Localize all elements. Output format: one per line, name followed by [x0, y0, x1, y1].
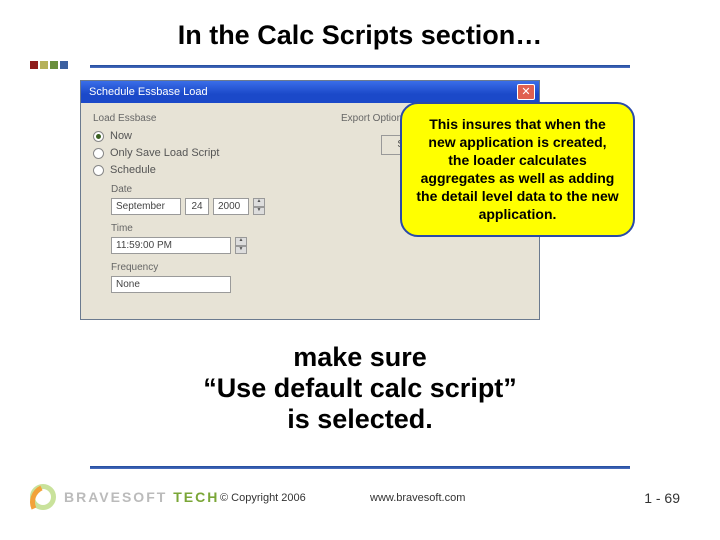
year-field[interactable]: 2000	[213, 198, 249, 215]
accent-block	[60, 61, 68, 69]
brand-text: BRAVESOFT TECH	[64, 489, 219, 505]
callout-bubble: This insures that when the new applicati…	[400, 102, 635, 237]
radio-label: Now	[110, 130, 132, 142]
frequency-label: Frequency	[111, 262, 527, 273]
brand-name-a: BRAVESOFT	[64, 489, 167, 505]
title-divider	[90, 59, 630, 73]
radio-icon[interactable]	[93, 165, 104, 176]
callout-text: This insures that when the new applicati…	[416, 116, 618, 222]
accent-blocks	[30, 61, 68, 69]
brand-logo: BRAVESOFT TECH	[30, 484, 219, 510]
radio-label: Only Save Load Script	[110, 147, 219, 159]
time-row: 11:59:00 PM ▲▼	[111, 237, 527, 254]
time-field[interactable]: 11:59:00 PM	[111, 237, 231, 254]
day-field[interactable]: 24	[185, 198, 209, 215]
footer: BRAVESOFT TECH © Copyright 2006 www.brav…	[0, 484, 720, 524]
radio-label: Schedule	[110, 164, 156, 176]
dialog-title: Schedule Essbase Load	[89, 86, 208, 98]
dialog-titlebar: Schedule Essbase Load ✕	[81, 81, 539, 103]
footer-rule	[90, 466, 630, 469]
spinner-icon[interactable]: ▲▼	[235, 237, 247, 254]
accent-block	[40, 61, 48, 69]
month-field[interactable]: September	[111, 198, 181, 215]
website-text: www.bravesoft.com	[370, 492, 465, 504]
instruction-line: make sure	[293, 342, 427, 372]
export-options-label: Export Options	[341, 113, 407, 124]
instruction-line: “Use default calc script”	[203, 373, 517, 403]
spinner-icon[interactable]: ▲▼	[253, 198, 265, 215]
accent-block	[50, 61, 58, 69]
close-icon[interactable]: ✕	[517, 84, 535, 100]
brand-name-b: TECH	[173, 489, 219, 505]
frequency-field[interactable]: None	[111, 276, 231, 293]
accent-block	[30, 61, 38, 69]
radio-icon[interactable]	[93, 131, 104, 142]
rule-bar	[90, 65, 630, 68]
logo-icon	[30, 484, 56, 510]
instruction-line: is selected.	[287, 404, 433, 434]
copyright-text: © Copyright 2006	[220, 492, 306, 504]
radio-icon[interactable]	[93, 148, 104, 159]
page-number: 1 - 69	[644, 490, 680, 506]
frequency-row: None	[111, 276, 527, 293]
instruction-text: make sure “Use default calc script” is s…	[0, 342, 720, 435]
slide-title: In the Calc Scripts section…	[0, 0, 720, 59]
